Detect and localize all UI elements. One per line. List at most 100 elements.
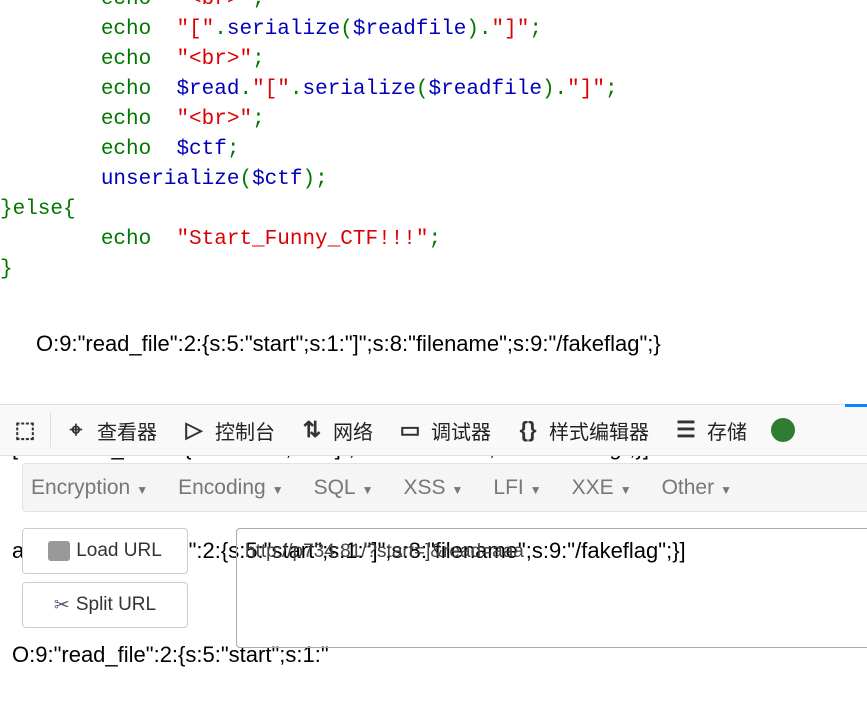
code-line: unserialize($ctf); — [0, 165, 618, 195]
active-tab-indicator — [845, 404, 867, 407]
caret-down-icon: ▼ — [361, 482, 374, 497]
devtools-tab[interactable]: ⇅ 网络 — [287, 405, 385, 455]
hackbar-menu-xxe[interactable]: XXE ▼ — [572, 476, 632, 500]
code-token: echo — [0, 228, 177, 251]
tab-label: 网络 — [333, 421, 373, 444]
code-token: "[" — [252, 78, 290, 101]
menu-label: SQL — [313, 475, 356, 499]
code-token: ; — [252, 0, 265, 11]
hackbar-menu: Encryption ▼ Encoding ▼ SQL ▼ XSS ▼ LFI ▼ XXE ▼ Othe… — [22, 463, 867, 512]
code-token: $readfile — [352, 18, 467, 41]
menu-label: XXE — [571, 475, 614, 499]
code-token: ; — [604, 78, 618, 101]
code-token: ( — [239, 168, 253, 191]
menu-label: Encryption — [31, 475, 131, 499]
url-textarea[interactable]: http://p734:81/?start=]&read=aaa — [236, 528, 867, 648]
code-token: $readfile — [428, 78, 542, 101]
code-token: "]" — [567, 78, 605, 101]
tab-label: 样式编辑器 — [549, 421, 649, 444]
menu-label: LFI — [493, 475, 524, 499]
hackbar-menu-encryption[interactable]: Encryption ▼ — [31, 476, 148, 500]
code-token: ; — [428, 228, 442, 251]
code-token: echo — [0, 18, 177, 41]
code-token: serialize — [226, 18, 341, 41]
code-token: "Start_Funny_CTF!!!" — [176, 228, 429, 251]
code-token: ). — [541, 78, 568, 101]
devtools-tab[interactable]: ▭ 调试器 — [385, 405, 503, 455]
caret-down-icon: ▼ — [451, 482, 464, 497]
inspector-icon: ⌖ — [69, 417, 83, 442]
code-line: echo "Start_Funny_CTF!!!"; — [0, 225, 618, 255]
code-line: echo "<br>"; — [0, 45, 618, 75]
menu-label: Other — [661, 475, 715, 499]
split-url-button[interactable]: ✂ Split URL — [22, 582, 188, 628]
code-token: "]" — [491, 18, 530, 41]
console-icon: ▷ — [185, 417, 203, 442]
code-line: echo "[".serialize($readfile)."]"; — [0, 15, 618, 45]
split-url-label: Split URL — [75, 594, 157, 615]
devtools-tab[interactable]: {} 样式编辑器 — [503, 405, 661, 455]
output-line: O:9:"read_file":2:{s:5:"start";s:1:"]";s… — [36, 331, 661, 356]
code-token: serialize — [302, 78, 416, 101]
element-picker-button[interactable]: ⬚ — [0, 413, 51, 447]
code-token: echo — [0, 138, 177, 161]
code-line: }else{ — [0, 195, 618, 225]
php-source-code: echo "<br>"; echo "[".serialize($readfil… — [0, 0, 618, 285]
devtools-toolbar: ⬚ ⌖ 查看器 ▷ 控制台 ⇅ 网络 ▭ 调试器 {} 样式编辑器 ☰ 存储 — [0, 404, 867, 456]
load-url-label: Load URL — [76, 540, 162, 561]
tab-label: 控制台 — [215, 421, 275, 444]
caret-down-icon: ▼ — [529, 482, 542, 497]
code-token: ; — [252, 108, 265, 131]
code-token: ; — [226, 138, 240, 161]
code-token: echo — [0, 108, 177, 131]
caret-down-icon: ▼ — [271, 482, 284, 497]
code-token: $ctf — [252, 168, 303, 191]
storage-icon: ☰ — [676, 417, 696, 442]
devtools-tab[interactable]: ☰ 存储 — [661, 405, 759, 455]
extension-tab[interactable] — [759, 405, 807, 455]
code-token: "[" — [176, 18, 215, 41]
code-token: unserialize — [100, 168, 240, 191]
code-token: echo — [0, 0, 176, 11]
code-token: ); — [302, 168, 328, 191]
caret-down-icon: ▼ — [619, 482, 632, 497]
style-editor-icon: {} — [519, 417, 537, 442]
devtools-tab[interactable]: ⌖ 查看器 — [51, 405, 169, 455]
code-token: echo — [0, 48, 177, 71]
code-token: $read — [176, 78, 240, 101]
code-token: $ctf — [176, 138, 227, 161]
menu-label: Encoding — [178, 475, 266, 499]
code-token: echo — [0, 78, 177, 101]
menu-label: XSS — [403, 475, 446, 499]
code-token: ; — [529, 18, 542, 41]
code-token: ). — [466, 18, 492, 41]
code-token: } — [0, 258, 13, 281]
code-token: . — [214, 18, 227, 41]
code-line: echo $read."[".serialize($readfile)."]"; — [0, 75, 618, 105]
extension-icon — [771, 418, 795, 442]
hackbar-menu-sql[interactable]: SQL ▼ — [314, 476, 374, 500]
hackbar-menu-other[interactable]: Other ▼ — [662, 476, 732, 500]
tab-label: 存储 — [707, 421, 747, 444]
devtools-tab[interactable]: ▷ 控制台 — [169, 405, 287, 455]
code-token: ; — [252, 48, 265, 71]
scissors-icon: ✂ — [53, 594, 70, 616]
caret-down-icon: ▼ — [720, 482, 732, 497]
debugger-icon: ▭ — [399, 417, 421, 442]
hackbar-menu-xss[interactable]: XSS ▼ — [404, 476, 464, 500]
code-token: "<br>" — [176, 108, 253, 131]
code-token: . — [289, 78, 303, 101]
tab-label: 调试器 — [431, 421, 491, 444]
code-token: ( — [415, 78, 429, 101]
caret-down-icon: ▼ — [136, 482, 149, 497]
code-line: echo "<br>"; — [0, 0, 618, 15]
pick-element-icon: ⬚ — [14, 417, 36, 442]
load-url-button[interactable]: Load URL — [22, 528, 188, 574]
network-icon: ⇅ — [302, 417, 322, 442]
hackbar-menu-encoding[interactable]: Encoding ▼ — [178, 476, 283, 500]
tab-label: 查看器 — [97, 421, 157, 444]
load-icon — [48, 541, 71, 561]
hackbar-menu-lfi[interactable]: LFI ▼ — [493, 476, 541, 500]
code-line: echo "<br>"; — [0, 105, 618, 135]
